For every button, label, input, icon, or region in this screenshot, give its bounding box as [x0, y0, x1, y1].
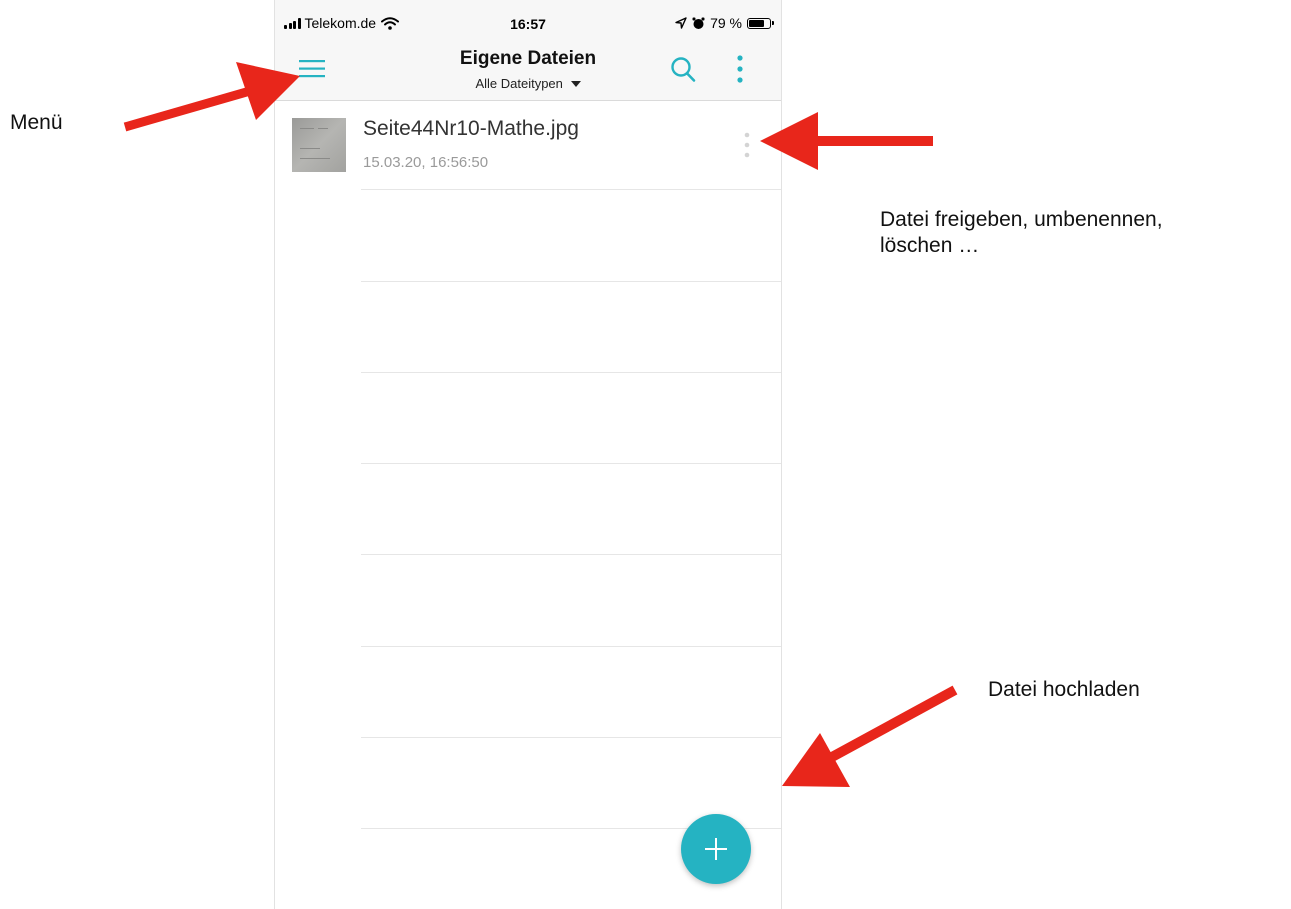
- more-vertical-icon[interactable]: [730, 54, 750, 86]
- arrow-to-menu: [123, 86, 252, 132]
- status-bar: Telekom.de 16:57 79 %: [275, 0, 781, 40]
- file-thumbnail: [292, 118, 346, 172]
- file-more-icon[interactable]: [737, 129, 757, 163]
- caret-down-icon: [570, 81, 581, 88]
- arrow-to-upload-head: [782, 733, 850, 787]
- row-divider: [361, 646, 781, 647]
- row-divider: [361, 554, 781, 555]
- annotation-file-actions: Datei freigeben, umbenennen, löschen …: [880, 207, 1290, 259]
- file-date: 15.03.20, 16:56:50: [363, 154, 489, 171]
- status-right: 79 %: [675, 15, 774, 31]
- phone-screen: Telekom.de 16:57 79 % Eigene Dateien All…: [274, 0, 782, 909]
- row-divider: [361, 463, 781, 464]
- battery-fill: [749, 19, 764, 27]
- annotation-menu: Menü: [10, 111, 63, 134]
- app-header: Eigene Dateien Alle Dateitypen: [275, 40, 781, 101]
- annotation-file-actions-line2: löschen …: [880, 234, 980, 257]
- row-divider: [361, 281, 781, 282]
- file-list-item[interactable]: Seite44Nr10-Mathe.jpg 15.03.20, 16:56:50: [275, 101, 781, 189]
- battery-icon: [747, 17, 774, 29]
- page-title: Eigene Dateien: [459, 48, 597, 69]
- annotation-upload: Datei hochladen: [988, 678, 1140, 701]
- plus-icon: [705, 838, 727, 860]
- upload-button[interactable]: [681, 814, 751, 884]
- file-type-filter[interactable]: Alle Dateitypen: [275, 76, 781, 91]
- annotation-file-actions-line1: Datei freigeben, umbenennen,: [880, 208, 1163, 231]
- battery-percent: 79 %: [710, 15, 742, 31]
- location-arrow-icon: [675, 17, 687, 29]
- file-name: Seite44Nr10-Mathe.jpg: [363, 117, 579, 140]
- alarm-icon: [692, 17, 705, 29]
- arrow-to-upload: [829, 685, 958, 762]
- file-type-filter-label: Alle Dateitypen: [475, 76, 563, 91]
- search-icon[interactable]: [669, 54, 697, 84]
- row-divider: [361, 372, 781, 373]
- row-divider: [361, 737, 781, 738]
- row-divider: [361, 189, 781, 190]
